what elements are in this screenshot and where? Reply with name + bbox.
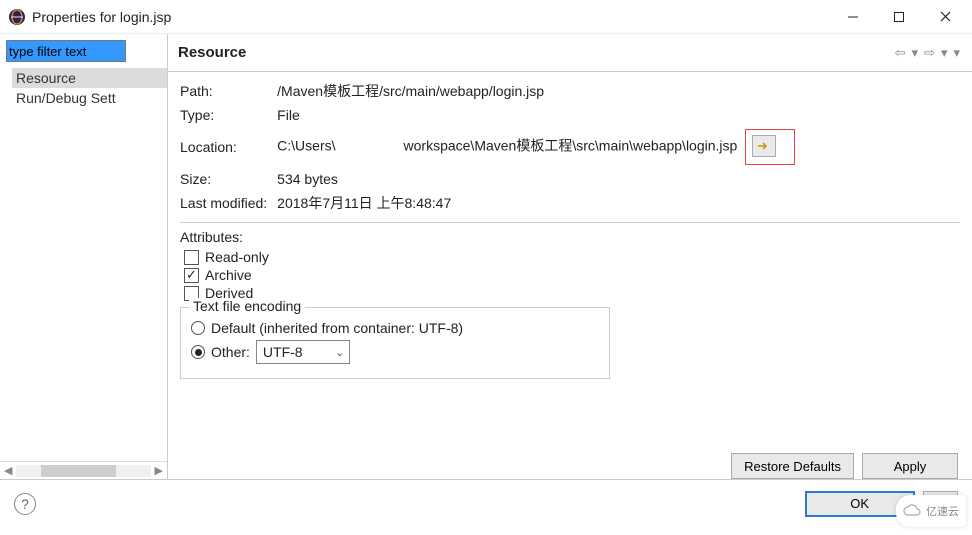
watermark-badge: 亿速云 bbox=[896, 495, 966, 527]
goto-icon bbox=[757, 140, 771, 152]
window-title: Properties for login.jsp bbox=[32, 9, 171, 25]
readonly-checkbox[interactable]: Read-only bbox=[184, 249, 960, 265]
tree-item-resource[interactable]: Resource bbox=[12, 68, 167, 88]
location-value: C:\Users\workspace\Maven模板工程\src\main\we… bbox=[277, 126, 805, 168]
chevron-down-icon: ⌄ bbox=[331, 346, 349, 359]
minimize-button[interactable] bbox=[830, 2, 876, 32]
sidebar-hscroll[interactable]: ◀ ▶ bbox=[0, 461, 167, 479]
apply-button[interactable]: Apply bbox=[862, 453, 958, 479]
scroll-thumb[interactable] bbox=[41, 465, 116, 477]
radio-icon bbox=[191, 321, 205, 335]
tree-item-rundebug[interactable]: Run/Debug Sett bbox=[12, 88, 167, 108]
attributes-label: Attributes: bbox=[180, 229, 960, 245]
resource-info-table: Path: /Maven模板工程/src/main/webapp/login.j… bbox=[180, 78, 805, 216]
content-header: Resource ⇦▾ ⇨▾ ▾ bbox=[168, 34, 972, 72]
encoding-other-radio[interactable]: Other: UTF-8 ⌄ bbox=[191, 340, 599, 364]
cloud-icon bbox=[903, 504, 923, 518]
location-label: Location: bbox=[180, 126, 277, 168]
forward-icon[interactable]: ⇨ bbox=[922, 45, 937, 61]
checkbox-icon: ✓ bbox=[184, 268, 199, 283]
show-in-explorer-button[interactable] bbox=[752, 135, 776, 157]
encoding-combo[interactable]: UTF-8 ⌄ bbox=[256, 340, 350, 364]
forward-menu-icon[interactable]: ▾ bbox=[939, 45, 950, 61]
scroll-left-icon[interactable]: ◀ bbox=[4, 464, 12, 477]
maximize-button[interactable] bbox=[876, 2, 922, 32]
help-button[interactable]: ? bbox=[14, 493, 36, 515]
size-value: 534 bytes bbox=[277, 168, 805, 190]
title-bar: Properties for login.jsp bbox=[0, 0, 972, 34]
type-value: File bbox=[277, 104, 805, 126]
filter-input[interactable] bbox=[6, 40, 126, 62]
type-label: Type: bbox=[180, 104, 277, 126]
highlight-box bbox=[745, 129, 795, 165]
dialog-footer: ? OK C bbox=[0, 479, 972, 527]
path-label: Path: bbox=[180, 78, 277, 104]
radio-icon bbox=[191, 345, 205, 359]
path-value: /Maven模板工程/src/main/webapp/login.jsp bbox=[277, 78, 805, 104]
checkbox-icon bbox=[184, 250, 199, 265]
back-menu-icon[interactable]: ▾ bbox=[910, 45, 921, 61]
view-menu-icon[interactable]: ▾ bbox=[951, 45, 962, 61]
encoding-legend: Text file encoding bbox=[189, 298, 305, 314]
size-label: Size: bbox=[180, 168, 277, 190]
page-title: Resource bbox=[178, 44, 246, 61]
archive-checkbox[interactable]: ✓ Archive bbox=[184, 267, 960, 283]
scroll-right-icon[interactable]: ▶ bbox=[155, 464, 163, 477]
redacted-text bbox=[336, 140, 404, 154]
eclipse-icon bbox=[8, 8, 26, 26]
close-button[interactable] bbox=[922, 2, 968, 32]
category-tree: Resource Run/Debug Sett bbox=[0, 64, 167, 461]
encoding-default-radio[interactable]: Default (inherited from container: UTF-8… bbox=[191, 320, 599, 336]
sidebar: Resource Run/Debug Sett ◀ ▶ bbox=[0, 34, 168, 479]
back-icon[interactable]: ⇦ bbox=[893, 45, 908, 61]
restore-defaults-button[interactable]: Restore Defaults bbox=[731, 453, 854, 479]
modified-label: Last modified: bbox=[180, 190, 277, 216]
encoding-group: Text file encoding Default (inherited fr… bbox=[180, 307, 610, 379]
modified-value: 2018年7月11日 上午8:48:47 bbox=[277, 190, 805, 216]
